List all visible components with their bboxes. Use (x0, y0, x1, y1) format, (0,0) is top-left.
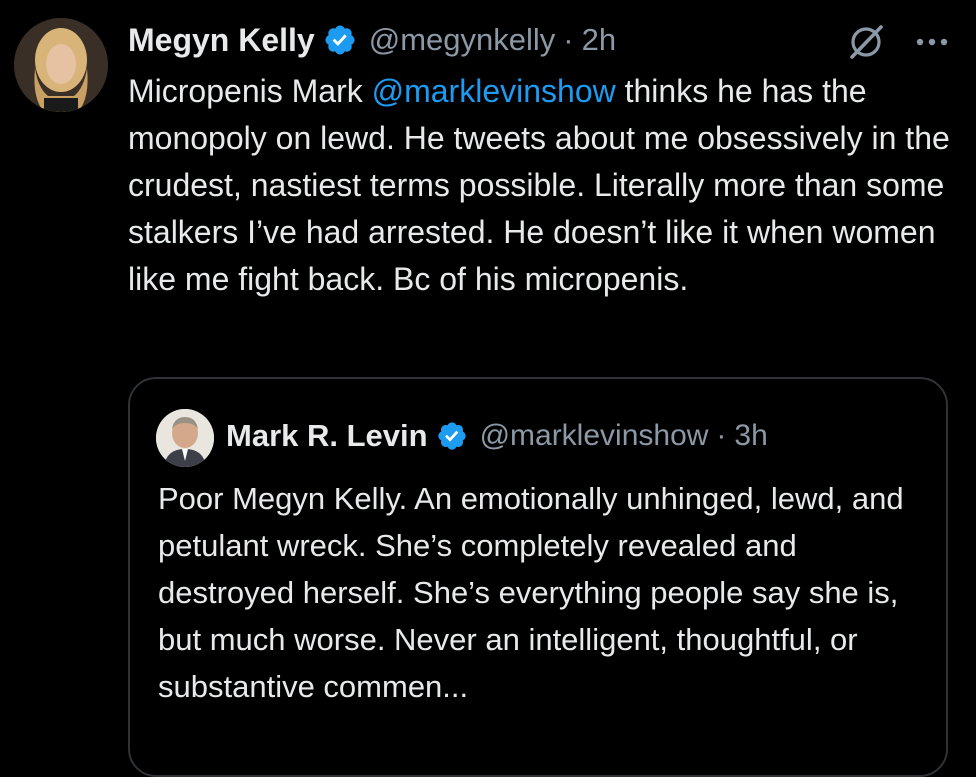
tweet-text-part1: Micropenis Mark (128, 73, 372, 109)
quoted-author-handle[interactable]: @marklevinshow (480, 419, 709, 453)
quoted-tweet-card[interactable]: Mark R. Levin @marklevinshow · 3h Poor M… (128, 377, 948, 777)
verified-badge-icon[interactable] (323, 23, 357, 57)
author-avatar[interactable] (14, 18, 108, 112)
verified-badge-icon[interactable] (436, 420, 468, 452)
quoted-tweet-text: Poor Megyn Kelly. An emotionally unhinge… (158, 481, 904, 704)
quoted-tweet-timestamp[interactable]: 3h (734, 419, 767, 453)
tweet[interactable]: Megyn Kelly @megynkelly · 2h Micropenis … (0, 0, 976, 777)
tweet-timestamp[interactable]: 2h (582, 22, 616, 58)
more-options-icon[interactable] (912, 24, 952, 60)
grok-icon[interactable] (846, 22, 886, 62)
tweet-header: Megyn Kelly @megynkelly · 2h (128, 18, 616, 62)
quoted-avatar-image (156, 409, 214, 467)
quoted-header-separator: · (716, 419, 727, 452)
mention-link[interactable]: @marklevinshow (372, 73, 616, 109)
quoted-author-avatar[interactable] (156, 409, 214, 467)
quoted-author-display-name[interactable]: Mark R. Levin (226, 418, 428, 454)
author-handle[interactable]: @megynkelly (369, 22, 556, 58)
header-separator: · (563, 22, 574, 57)
tweet-text: Micropenis Mark @marklevinshow thinks he… (128, 68, 958, 303)
author-display-name[interactable]: Megyn Kelly (128, 22, 315, 59)
quoted-tweet-header: Mark R. Levin @marklevinshow · 3h (226, 415, 768, 457)
avatar-image (14, 18, 108, 112)
